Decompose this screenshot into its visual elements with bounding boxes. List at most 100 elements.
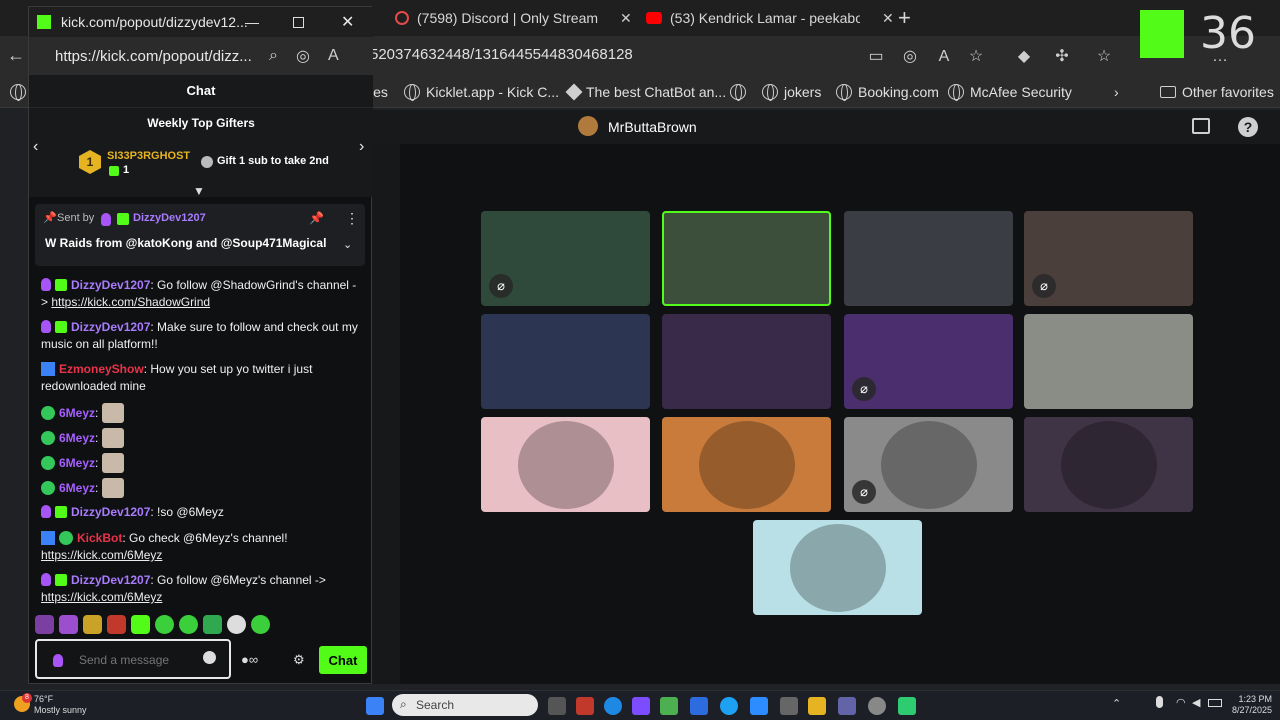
favorites-icon[interactable]: ☆ — [1094, 47, 1114, 67]
more-options-icon[interactable]: ⋮ — [345, 210, 359, 227]
ghost-emote-icon[interactable] — [179, 615, 198, 634]
tray-chevron-icon[interactable]: ⌃ — [1112, 697, 1121, 710]
install-app-icon[interactable]: ▭ — [866, 47, 886, 67]
fav-kicklet[interactable]: Kicklet.app - Kick C... — [404, 84, 559, 101]
send-chat-button[interactable]: Chat — [319, 646, 367, 674]
screen-record-icon[interactable] — [1192, 118, 1210, 134]
address-bar[interactable]: 520374632448/1316445544830468128 — [370, 46, 633, 63]
username[interactable]: DizzyDev1207 — [71, 505, 150, 519]
kick-emote-icon[interactable] — [131, 615, 150, 634]
windows-start-icon[interactable] — [366, 697, 384, 715]
tray-mic-icon[interactable] — [1156, 696, 1163, 708]
participant-tile[interactable] — [662, 417, 831, 512]
teams-icon[interactable] — [838, 697, 856, 715]
message-link[interactable]: https://kick.com/ShadowGrind — [51, 295, 210, 309]
participant-tile[interactable] — [1024, 314, 1193, 409]
zoom-app-icon[interactable] — [750, 697, 768, 715]
help-icon[interactable]: ? — [1238, 117, 1258, 137]
participant-tile[interactable] — [753, 520, 922, 615]
extensions-puzzle-icon[interactable]: ✣ — [1052, 47, 1072, 67]
task-view-icon[interactable] — [548, 697, 566, 715]
participant-tile[interactable] — [662, 211, 831, 306]
taskbar-search[interactable]: ⌕ Search — [392, 694, 538, 716]
close-tab-icon[interactable]: ✕ — [620, 10, 632, 27]
clock-time[interactable]: 1:23 PM — [1226, 694, 1272, 704]
wifi-icon[interactable]: ◠ — [1176, 696, 1186, 709]
username[interactable]: EzmoneyShow — [59, 362, 144, 376]
participant-tile[interactable] — [1024, 417, 1193, 512]
copilot-icon[interactable] — [660, 697, 678, 715]
letsgo-emote-icon[interactable] — [83, 615, 102, 634]
bot-commands-icon[interactable]: ●∞ — [241, 652, 258, 667]
username[interactable]: 6Meyz — [59, 406, 95, 420]
participant-tile[interactable] — [662, 314, 831, 409]
fav-apps[interactable] — [10, 84, 26, 101]
tracking-icon[interactable]: ◎ — [296, 46, 310, 66]
username[interactable]: KickBot — [77, 531, 122, 545]
participant-tile[interactable] — [844, 211, 1013, 306]
app-icon[interactable] — [690, 697, 708, 715]
volume-icon[interactable]: ◀ — [1192, 696, 1200, 709]
tab-discord[interactable]: (7598) Discord | Only Stream ✕ — [385, 4, 642, 32]
back-arrow-icon[interactable]: ← — [7, 45, 25, 66]
gift-prompt[interactable]: Gift 1 sub to take 2nd — [217, 155, 329, 167]
username[interactable]: DizzyDev1207 — [71, 278, 150, 292]
collapse-chevron-icon[interactable]: ▼ — [193, 184, 205, 198]
settings-icon[interactable] — [868, 697, 886, 715]
tracking-prevention-icon[interactable]: ◎ — [900, 47, 920, 67]
battery-icon[interactable] — [1208, 699, 1222, 707]
minimize-icon[interactable]: — — [245, 14, 259, 30]
message-link[interactable]: https://kick.com/6Meyz — [41, 548, 162, 562]
emoji-icon[interactable] — [203, 651, 216, 664]
username[interactable]: DizzyDev1207 — [71, 573, 150, 587]
participant-tile[interactable]: ⌀ — [1024, 211, 1193, 306]
participant-tile[interactable] — [481, 314, 650, 409]
tab-youtube[interactable]: (53) Kendrick Lamar - peekaboo ✕ — [636, 4, 904, 32]
chat-input[interactable] — [79, 650, 199, 670]
crown-emote-icon[interactable] — [59, 615, 78, 634]
app-icon[interactable] — [632, 697, 650, 715]
read-aloud-icon[interactable]: A — [934, 47, 954, 67]
close-window-icon[interactable]: ✕ — [341, 12, 354, 32]
skull-emote-icon[interactable] — [227, 615, 246, 634]
participant-tile[interactable]: ⌀ — [844, 314, 1013, 409]
face-emote-icon[interactable] — [107, 615, 126, 634]
file-explorer-icon[interactable] — [808, 697, 826, 715]
fav-booking[interactable]: Booking.com — [836, 84, 939, 101]
pinned-sender[interactable]: DizzyDev1207 — [133, 212, 206, 224]
chevron-left-icon[interactable]: ‹ — [33, 138, 38, 156]
fav-mcafee[interactable]: McAfee Security — [948, 84, 1072, 101]
store-icon[interactable] — [780, 697, 798, 715]
message-link[interactable]: https://kick.com/6Meyz — [41, 590, 162, 604]
app-icon[interactable] — [576, 697, 594, 715]
edge-icon[interactable] — [604, 697, 622, 715]
participant-tile[interactable]: ⌀ — [481, 211, 650, 306]
favorite-star-icon[interactable]: ☆ — [966, 47, 986, 67]
participant-tile[interactable] — [481, 417, 650, 512]
other-favorites[interactable]: Other favorites — [1160, 84, 1274, 100]
unpin-icon[interactable]: 📌 — [309, 211, 324, 225]
username[interactable]: 6Meyz — [59, 481, 95, 495]
fav-globe[interactable] — [730, 84, 746, 101]
app-icon[interactable] — [898, 697, 916, 715]
participant-tile[interactable]: ⌀ — [844, 417, 1013, 512]
username[interactable]: DizzyDev1207 — [71, 320, 150, 334]
fav-chatbot[interactable]: The best ChatBot an... — [565, 83, 726, 101]
favorites-overflow-chevron-icon[interactable]: › — [1114, 84, 1119, 100]
emote-icon[interactable] — [203, 615, 222, 634]
zoom-icon[interactable]: ⌕ — [269, 47, 278, 65]
extension-icon[interactable]: ◆ — [1014, 47, 1034, 67]
emote-icon[interactable] — [35, 615, 54, 634]
read-aloud-icon[interactable]: A — [328, 47, 339, 65]
expand-chevron-icon[interactable]: ⌄ — [343, 238, 352, 251]
gifter-name[interactable]: SI33P3RGHOST — [107, 150, 190, 162]
emote-icon[interactable] — [251, 615, 270, 634]
settings-gear-icon[interactable]: ⚙ — [293, 652, 305, 668]
username[interactable]: 6Meyz — [59, 456, 95, 470]
app-icon[interactable] — [720, 697, 738, 715]
new-tab-button[interactable]: + — [888, 4, 921, 32]
popout-url[interactable]: https://kick.com/popout/dizz... — [55, 48, 255, 65]
chevron-right-icon[interactable]: › — [359, 138, 364, 156]
username[interactable]: 6Meyz — [59, 431, 95, 445]
fav-jokers[interactable]: jokers — [762, 84, 821, 101]
